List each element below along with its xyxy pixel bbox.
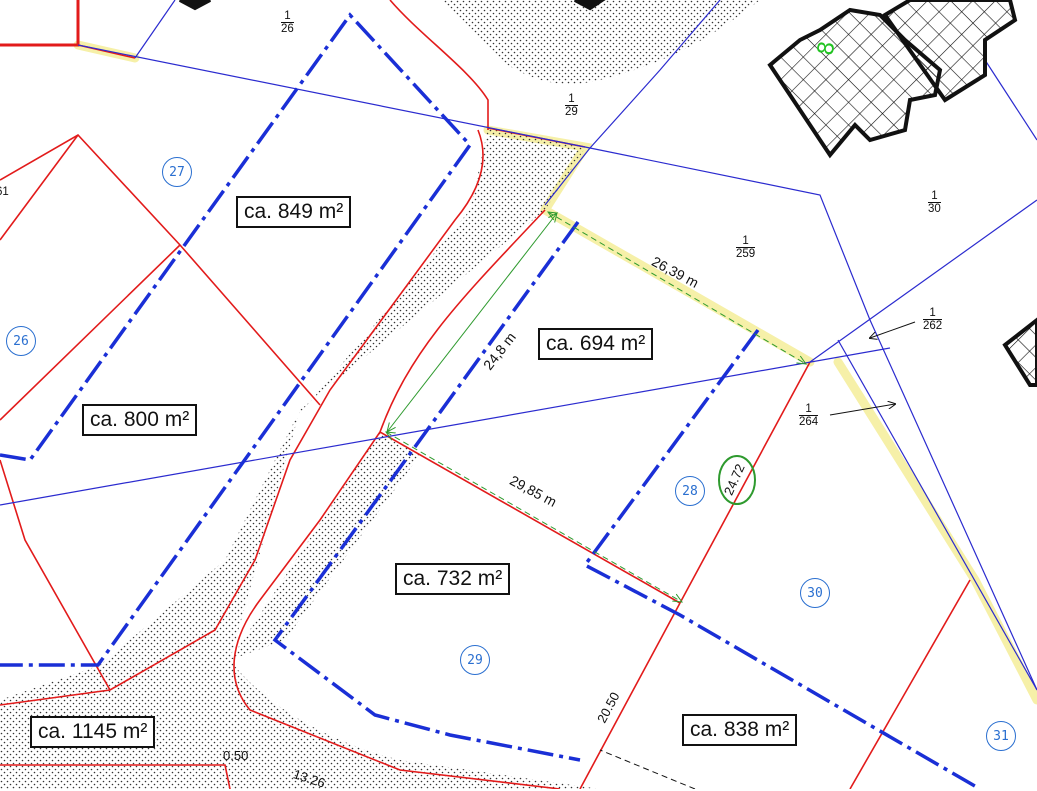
area-label-1145: ca. 1145 m²	[30, 716, 156, 748]
area-label-838: ca. 838 m²	[682, 714, 798, 746]
road-surface	[0, 0, 760, 789]
red-frame-corner	[0, 0, 80, 47]
parcel-label-61: 61	[0, 186, 9, 198]
parcel-label-1-259: 1 259	[736, 235, 756, 260]
plot-number-30: 30	[800, 578, 830, 608]
parcel-label-1-264: 1 264	[799, 403, 819, 428]
plot-number-29: 29	[460, 645, 490, 675]
dimension-0-50: 0.50	[223, 748, 249, 763]
building-top	[179, 0, 211, 11]
building-right	[1002, 317, 1037, 387]
site-plan-map	[0, 0, 1037, 789]
parcel-label-1-26: 1 26	[281, 10, 294, 35]
area-label-732: ca. 732 m²	[395, 563, 511, 595]
area-label-694: ca. 694 m²	[538, 328, 654, 360]
parcel-label-1-29: 1 29	[565, 93, 578, 118]
area-label-800: ca. 800 m²	[82, 404, 198, 436]
parcel-label-1-30: 1 30	[928, 190, 941, 215]
plot-number-27: 27	[162, 157, 192, 187]
plot-number-31: 31	[986, 721, 1016, 751]
area-label-849: ca. 849 m²	[236, 196, 352, 228]
plot-number-26: 26	[6, 326, 36, 356]
parcel-label-1-262: 1 262	[923, 307, 943, 332]
plot-number-28: 28	[675, 476, 705, 506]
